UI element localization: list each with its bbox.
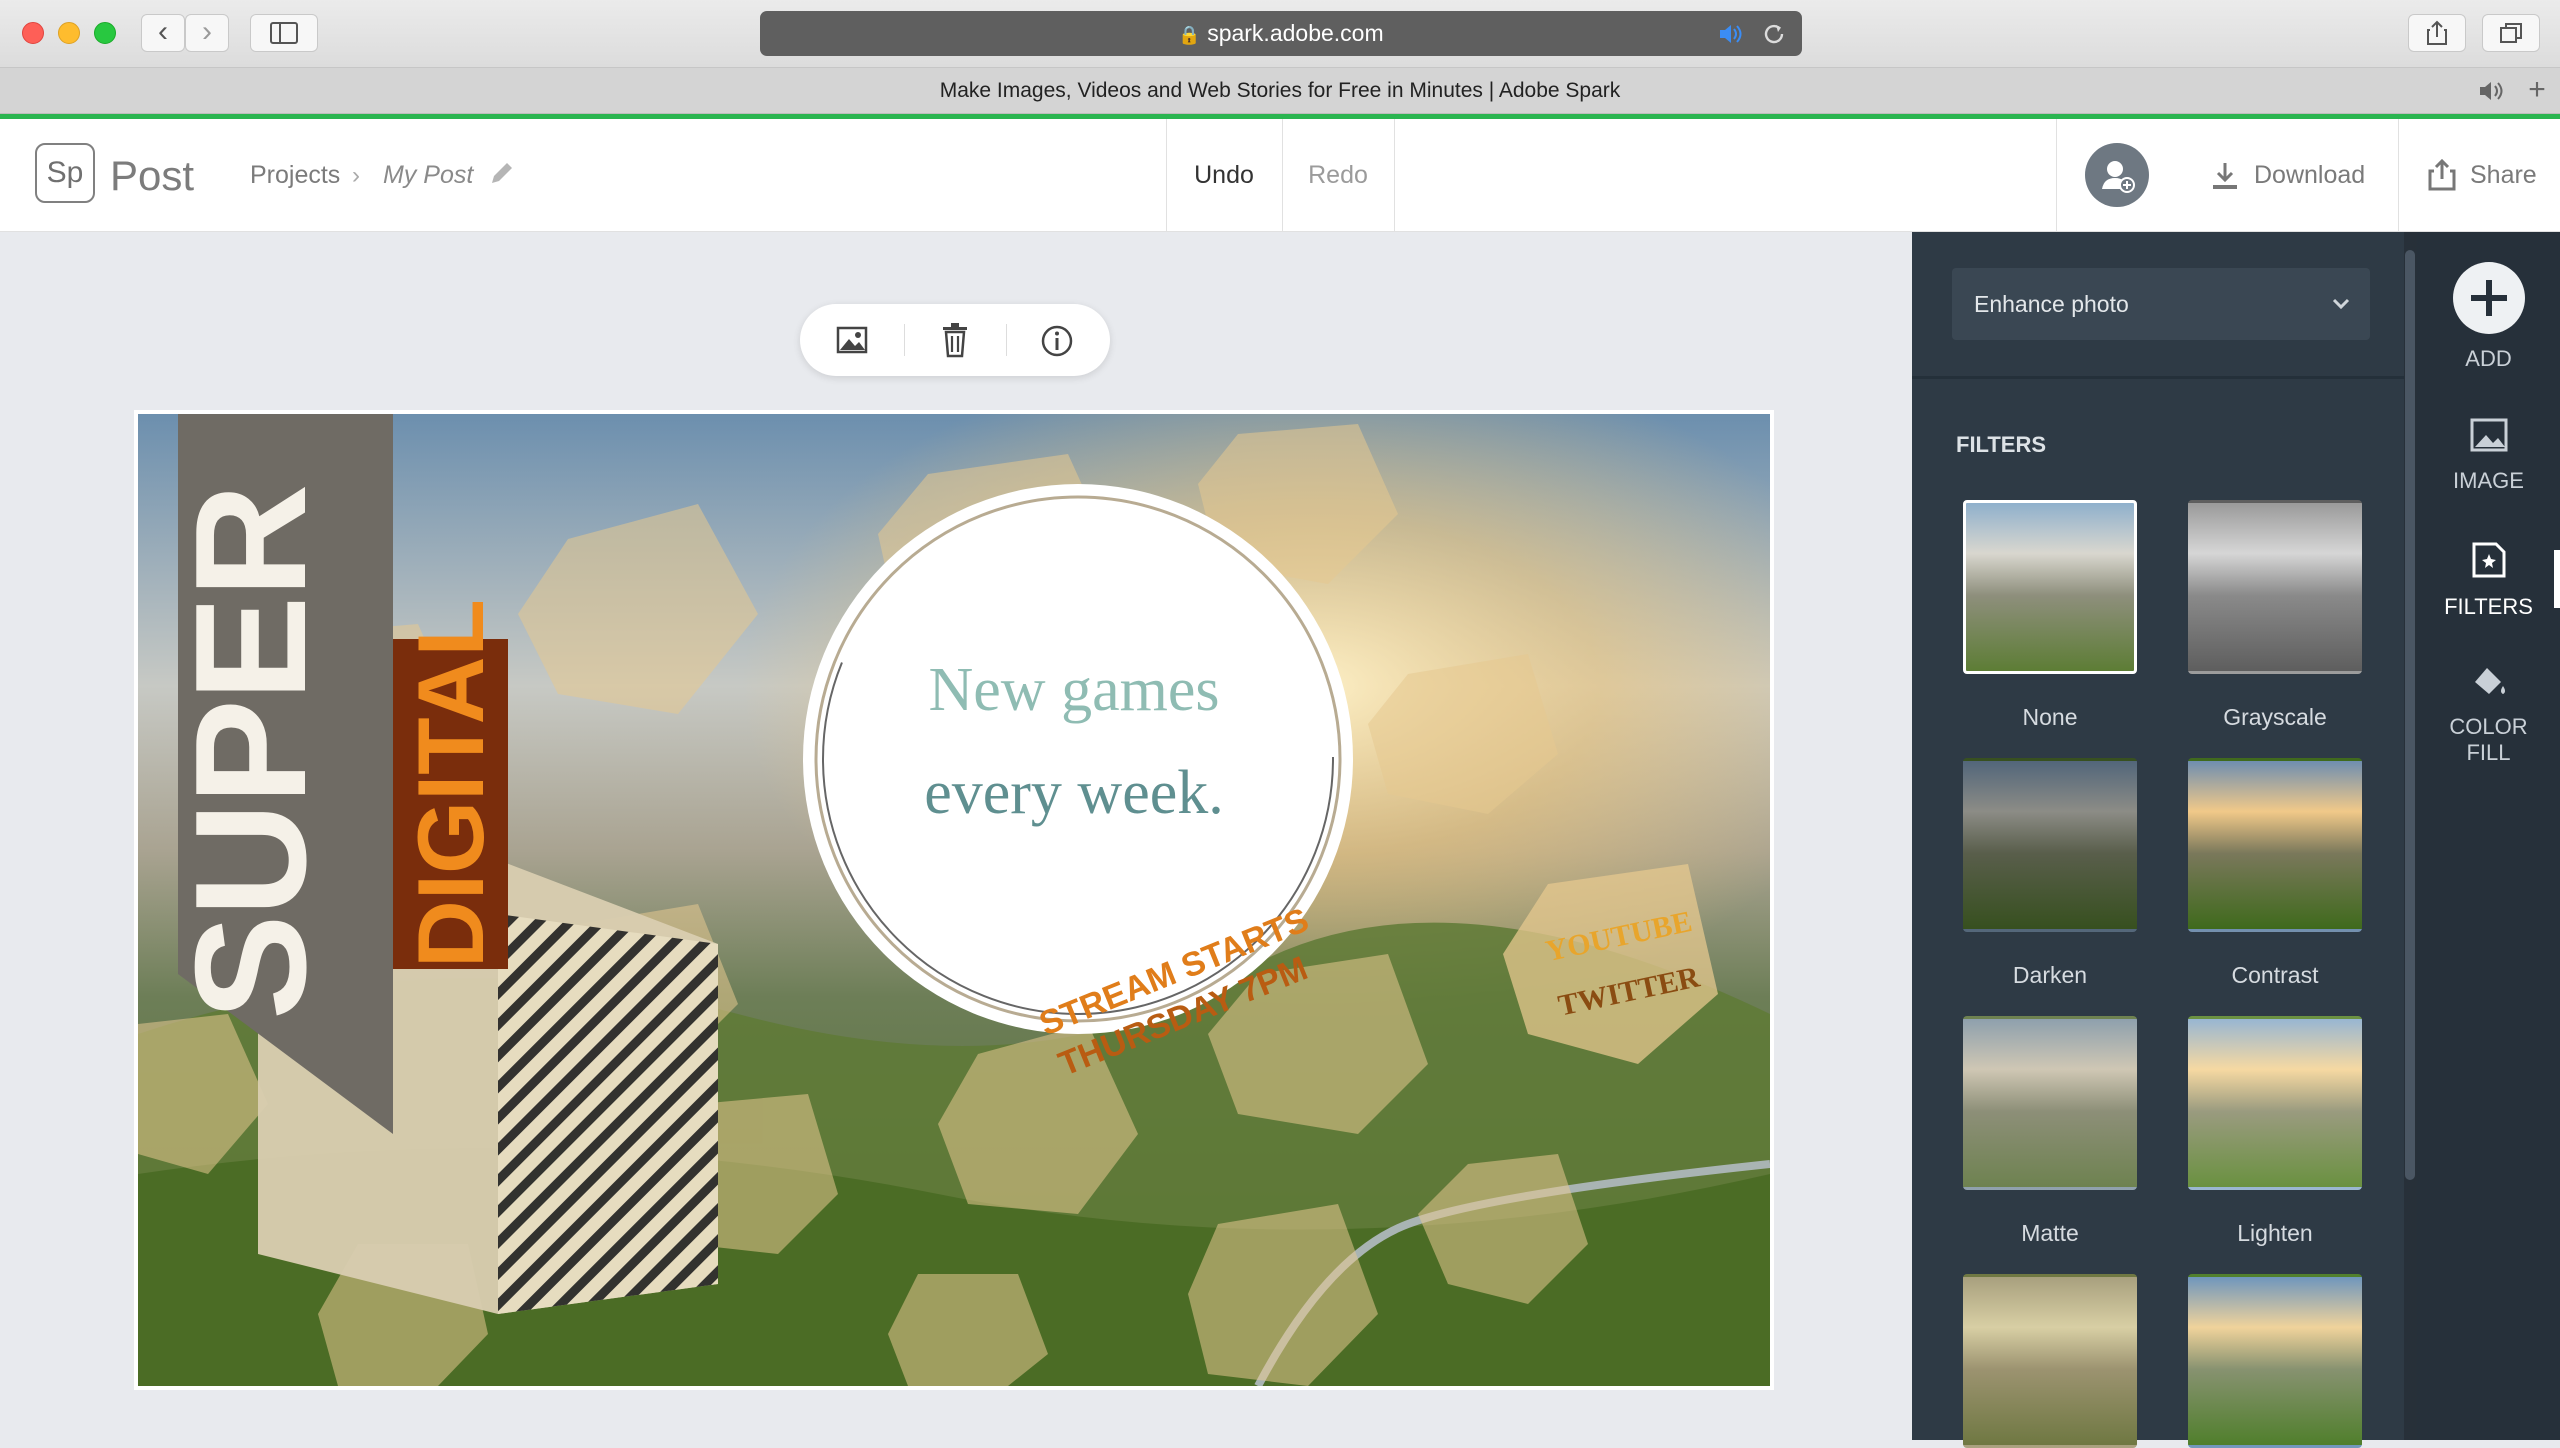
browser-toolbar: ‹ › 🔒 spark.adobe.com [0, 0, 2560, 68]
divider [1394, 119, 1395, 232]
tab-bar: Make Images, Videos and Web Stories for … [0, 68, 2560, 114]
redo-button[interactable]: Redo [1282, 119, 1394, 232]
share-button[interactable]: Share [2470, 119, 2537, 232]
design-artwork[interactable] [138, 414, 1770, 1386]
divider [904, 324, 905, 356]
rail-image[interactable]: IMAGE [2417, 418, 2560, 494]
filter-thumbnail [1963, 500, 2137, 674]
paint-bucket-icon [2474, 668, 2505, 694]
circle-text-line1[interactable]: New games [794, 655, 1354, 726]
filter-thumbnail [2188, 758, 2362, 932]
design-canvas[interactable]: SUPER DIGITAL New games every week. STRE… [134, 410, 1774, 1390]
rail-add[interactable]: ADD [2417, 262, 2560, 372]
reload-icon[interactable] [1762, 22, 1786, 46]
filter-option[interactable]: Matte [1963, 1016, 2137, 1247]
tab-title[interactable]: Make Images, Videos and Web Stories for … [940, 79, 1621, 102]
speaker-icon[interactable] [1718, 24, 1744, 44]
rail-color-fill-label-1: COLOR [2449, 714, 2528, 739]
super-title[interactable]: SUPER [163, 460, 339, 1020]
filter-label: None [2022, 704, 2078, 730]
spark-logo[interactable]: Sp [35, 143, 95, 203]
address-bar[interactable]: 🔒 spark.adobe.com [760, 11, 1802, 56]
address-url: spark.adobe.com [1207, 20, 1384, 46]
element-toolbar [800, 304, 1110, 376]
filters-panel: Enhance photo FILTERS None Grayscale Darke… [1912, 232, 2417, 1448]
filter-label: Grayscale [2223, 704, 2327, 730]
filter-option[interactable] [1963, 1274, 2137, 1448]
rail-color-fill[interactable]: COLOR FILL [2417, 662, 2560, 766]
share-icon[interactable] [2428, 159, 2456, 191]
filter-option[interactable]: Grayscale [2188, 500, 2362, 731]
lock-icon: 🔒 [1178, 25, 1201, 45]
filter-thumbnail [1963, 758, 2137, 932]
pencil-icon[interactable] [488, 159, 516, 187]
divider [1912, 376, 2404, 379]
plus-circle-icon [2452, 262, 2525, 334]
divider [1006, 324, 1007, 356]
filter-label: Lighten [2237, 1220, 2313, 1246]
replace-image-icon[interactable] [836, 324, 868, 356]
circle-text-line2[interactable]: every week. [794, 758, 1354, 829]
tabs-icon [2500, 23, 2522, 43]
enhance-dropdown-value: Enhance photo [1974, 291, 2129, 317]
active-indicator [2554, 550, 2560, 608]
tool-rail: ADD IMAGE FILTERS COLOR FILL [2417, 232, 2560, 1440]
filter-label: Darken [2012, 962, 2088, 988]
download-button[interactable]: Download [2254, 119, 2365, 232]
back-button[interactable]: ‹ [141, 14, 185, 52]
filter-option[interactable]: Contrast [2188, 758, 2362, 989]
filter-label: Contrast [2231, 962, 2319, 988]
striped-face [498, 914, 718, 1314]
breadcrumb-projects[interactable]: Projects [250, 119, 340, 232]
filter-thumbnail [2188, 500, 2362, 674]
share-browser-button[interactable] [2408, 14, 2466, 52]
enhance-dropdown[interactable]: Enhance photo [1952, 268, 2370, 340]
filter-thumbnail [2188, 1274, 2362, 1448]
filter-option[interactable]: Darken [1963, 758, 2137, 989]
filter-thumbnail [1963, 1016, 2137, 1190]
filter-thumbnail [2188, 1016, 2362, 1190]
tab-audio-icon[interactable] [2478, 81, 2506, 101]
tabs-overview-button[interactable] [2482, 14, 2540, 52]
share-icon [2427, 20, 2447, 45]
breadcrumb-chevron-icon: › [352, 162, 360, 189]
filters-icon [2472, 542, 2505, 578]
sidebar-toggle-button[interactable] [250, 14, 318, 52]
canvas-workspace: SUPER DIGITAL New games every week. STRE… [0, 232, 1912, 1440]
divider [2398, 119, 2399, 232]
filter-option[interactable]: None [1963, 500, 2137, 731]
rail-image-label: IMAGE [2453, 468, 2524, 493]
add-person-icon [2102, 161, 2135, 193]
filter-thumbnail [1963, 1274, 2137, 1448]
image-icon [2470, 418, 2507, 452]
info-icon[interactable] [1040, 324, 1074, 358]
sidebar-icon [270, 22, 298, 44]
rail-filters-label: FILTERS [2444, 594, 2533, 619]
digital-title[interactable]: DIGITAL [396, 599, 506, 968]
rail-add-label: ADD [2465, 346, 2512, 371]
breadcrumb-post-title[interactable]: My Post [383, 119, 473, 232]
filter-option[interactable] [2188, 1274, 2362, 1448]
filter-option[interactable]: Lighten [2188, 1016, 2362, 1247]
app-name: Post [110, 152, 195, 199]
filter-label: Matte [2021, 1220, 2079, 1246]
rail-color-fill-label-2: FILL [2466, 740, 2511, 765]
filters-section-title: FILTERS [1956, 432, 2047, 457]
download-icon[interactable] [2210, 161, 2240, 191]
rail-filters[interactable]: FILTERS [2417, 540, 2560, 620]
forward-button[interactable]: › [185, 14, 229, 52]
collaborator-button[interactable] [2085, 143, 2149, 207]
chevron-right-icon: › [202, 15, 212, 48]
new-tab-icon[interactable]: + [2522, 68, 2552, 114]
chevron-left-icon: ‹ [158, 15, 168, 48]
zoom-window-button[interactable] [94, 22, 116, 44]
trash-icon[interactable] [940, 322, 970, 358]
panel-scrollbar-thumb[interactable] [2405, 250, 2415, 1180]
chevron-down-icon [2332, 298, 2350, 310]
minimize-window-button[interactable] [58, 22, 80, 44]
app-header: Sp Post Projects › My Post Undo Redo Dow… [0, 119, 2560, 232]
divider [2056, 119, 2057, 232]
undo-button[interactable]: Undo [1166, 119, 1282, 232]
close-window-button[interactable] [22, 22, 44, 44]
